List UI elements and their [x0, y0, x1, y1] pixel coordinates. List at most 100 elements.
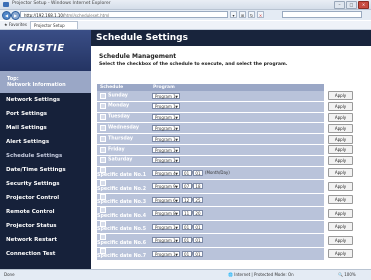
apply-button[interactable]: Apply: [328, 195, 353, 205]
program-select[interactable]: Program 1 ▼: [152, 223, 180, 230]
schedule-checkbox[interactable]: [100, 207, 106, 214]
address-bar[interactable]: http://192.168.1.10/html/scheduleset.htm…: [20, 11, 228, 18]
program-select[interactable]: Program 1 ▼: [152, 103, 180, 110]
sidebar-item-connection-test[interactable]: Connection Test: [0, 247, 91, 261]
schedule-row: Wednesday Program 1 ▼ Apply: [97, 122, 361, 135]
schedule-row: Specific date No.2Program 9▼ 07/18 Apply: [97, 179, 361, 194]
program-select[interactable]: Program 1 ▼: [152, 146, 180, 153]
apply-button[interactable]: Apply: [328, 145, 353, 155]
apply-button[interactable]: Apply: [328, 91, 353, 101]
schedule-checkbox[interactable]: [100, 103, 106, 110]
logo-area: CHRISTIE: [0, 30, 91, 71]
forward-icon[interactable]: ▶: [11, 11, 20, 20]
apply-cell: Apply: [324, 122, 361, 135]
program-select[interactable]: Program 6 ▼: [152, 196, 180, 203]
sidebar-item-alert-settings[interactable]: Alert Settings: [0, 135, 91, 149]
schedule-checkbox[interactable]: [100, 157, 106, 164]
sidebar-item-network-settings[interactable]: Network Settings: [0, 93, 91, 107]
stop-icon[interactable]: ×: [257, 11, 264, 18]
maximize-button[interactable]: □: [346, 1, 357, 9]
apply-button[interactable]: Apply: [328, 222, 353, 232]
program-select[interactable]: Program 1 ▼: [152, 237, 180, 244]
schedule-checkbox[interactable]: [100, 92, 106, 99]
browser-tab[interactable]: Projector Setup: [30, 21, 78, 29]
close-button[interactable]: ×: [358, 1, 369, 9]
apply-button[interactable]: Apply: [328, 134, 353, 144]
schedule-checkbox[interactable]: [100, 180, 106, 187]
apply-button[interactable]: Apply: [328, 249, 353, 259]
apply-button[interactable]: Apply: [328, 208, 353, 218]
search-input[interactable]: [282, 11, 362, 18]
program-select[interactable]: Program 1 ▼: [152, 157, 180, 164]
program-value: Program 8: [155, 211, 176, 217]
month-input[interactable]: 12: [181, 196, 192, 203]
program-select[interactable]: Program 1 ▼: [152, 92, 180, 99]
program-value: Program 1: [155, 104, 176, 110]
compat-icon[interactable]: ⊞: [239, 11, 246, 18]
schedule-checkbox[interactable]: [100, 125, 106, 132]
window-titlebar: Projector Setup - Windows Internet Explo…: [0, 0, 371, 10]
month-input[interactable]: 11: [181, 210, 192, 217]
day-input[interactable]: 18: [192, 183, 203, 190]
program-cell: Program 1 ▼: [150, 112, 324, 124]
program-select[interactable]: Program 9 ▼: [152, 183, 180, 190]
schedule-checkbox[interactable]: [100, 234, 106, 241]
schedule-checkbox[interactable]: [100, 146, 106, 153]
sidebar-item-network-restart[interactable]: Network Restart: [0, 233, 91, 247]
month-input[interactable]: 01: [181, 250, 192, 257]
sidebar-item-security-settings[interactable]: Security Settings: [0, 177, 91, 191]
schedule-checkbox[interactable]: [100, 135, 106, 142]
sidebar-item-network-information[interactable]: Top: Network Information: [0, 71, 91, 93]
program-select[interactable]: Program 1 ▼: [152, 135, 180, 142]
program-cell: Program 1 ▼: [150, 133, 324, 145]
schedule-cell: Friday: [97, 144, 150, 156]
day-input[interactable]: 20: [192, 210, 203, 217]
favorites-bar: ★ Favorites Projector Setup: [0, 21, 371, 30]
apply-button[interactable]: Apply: [328, 156, 353, 166]
sidebar-item-port-settings[interactable]: Port Settings: [0, 107, 91, 121]
apply-button[interactable]: Apply: [328, 102, 353, 112]
program-select[interactable]: Program 8 ▼: [152, 210, 180, 217]
program-select[interactable]: Program 1 ▼: [152, 250, 180, 257]
month-input[interactable]: 01: [181, 169, 192, 176]
apply-button[interactable]: Apply: [328, 112, 353, 122]
schedule-checkbox[interactable]: [100, 220, 106, 227]
program-value: Program 1: [155, 93, 176, 99]
program-select[interactable]: Program 1 ▼: [152, 125, 180, 132]
refresh-icon[interactable]: ↻: [248, 11, 255, 18]
apply-button[interactable]: Apply: [328, 123, 353, 133]
month-input[interactable]: 01: [181, 237, 192, 244]
minimize-button[interactable]: –: [334, 1, 345, 9]
sidebar-item-projector-status[interactable]: Projector Status: [0, 219, 91, 233]
program-cell: Program 1▼ 01/01: [150, 247, 324, 262]
sidebar-item-schedule-settings[interactable]: Schedule Settings: [0, 149, 91, 163]
apply-button[interactable]: Apply: [328, 181, 353, 191]
sidebar-item-projector-control[interactable]: Projector Control: [0, 191, 91, 205]
favorites-button[interactable]: ★ Favorites: [4, 22, 27, 27]
program-select[interactable]: Program 1 ▼: [152, 114, 180, 121]
day-input[interactable]: 01: [192, 237, 203, 244]
zoom-level[interactable]: 🔍 100%: [338, 272, 356, 277]
back-icon[interactable]: ◀: [2, 11, 11, 20]
day-input[interactable]: 01: [192, 169, 203, 176]
schedule-checkbox[interactable]: [100, 166, 106, 173]
schedule-name: Specific date No.5: [97, 227, 147, 233]
chevron-down-icon: ▼: [175, 137, 178, 142]
program-select[interactable]: Program 4 ▼: [152, 169, 180, 176]
month-input[interactable]: 01: [181, 223, 192, 230]
sidebar-item-mail-settings[interactable]: Mail Settings: [0, 121, 91, 135]
month-input[interactable]: 07: [181, 183, 192, 190]
day-input[interactable]: 01: [192, 250, 203, 257]
sidebar-item-date-time-settings[interactable]: Date/Time Settings: [0, 163, 91, 177]
schedule-checkbox[interactable]: [100, 247, 106, 254]
schedule-checkbox[interactable]: [100, 193, 106, 200]
apply-button[interactable]: Apply: [328, 235, 353, 245]
apply-button[interactable]: Apply: [328, 168, 353, 178]
day-input[interactable]: 25: [192, 196, 203, 203]
sidebar-item-remote-control[interactable]: Remote Control: [0, 205, 91, 219]
chevron-down-icon: ▼: [175, 225, 178, 230]
day-input[interactable]: 01: [192, 223, 203, 230]
chevron-down-icon: ▼: [175, 116, 178, 121]
dropdown-icon[interactable]: ▾: [230, 11, 237, 18]
schedule-checkbox[interactable]: [100, 114, 106, 121]
